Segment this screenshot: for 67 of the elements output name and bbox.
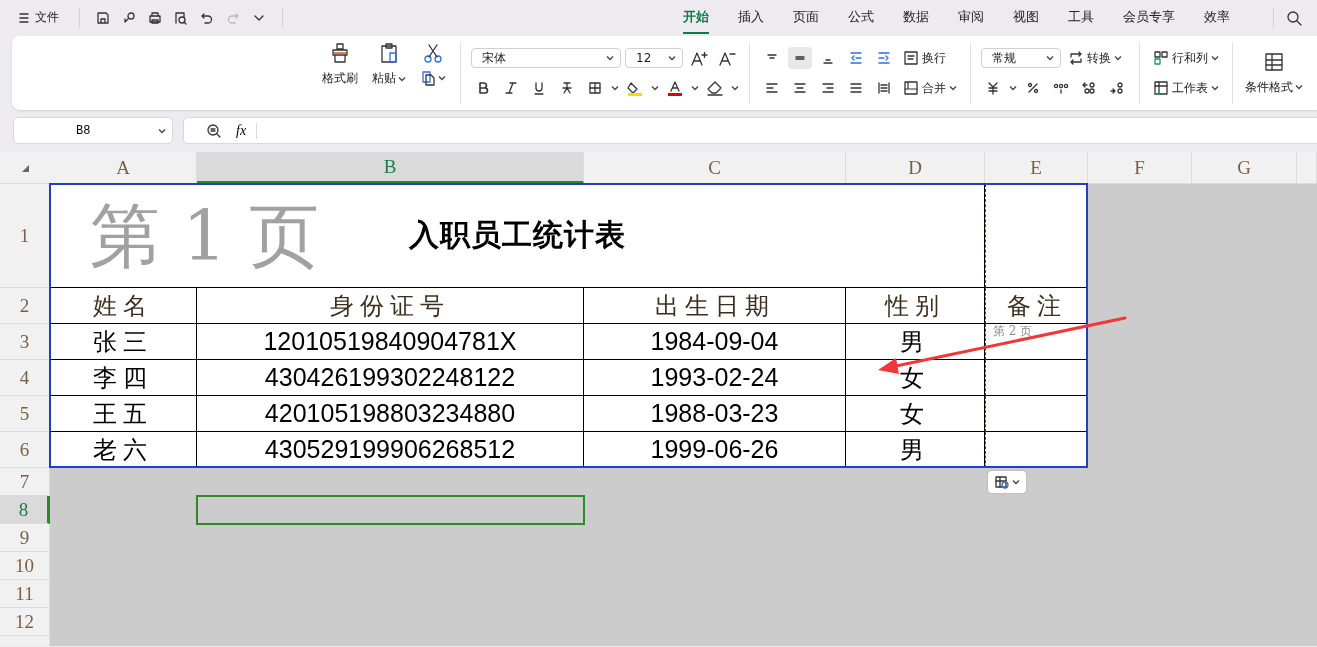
table-cell: 430529199906268512	[197, 432, 584, 468]
ribbon-tab[interactable]: 插入	[738, 1, 764, 34]
merge-button[interactable]: 合并	[900, 79, 960, 97]
number-format-dropdown[interactable]: 常规	[981, 48, 1061, 68]
table-cell: 李四	[50, 360, 197, 396]
row-header[interactable]: 12	[0, 608, 50, 636]
column-header[interactable]: C	[584, 152, 846, 184]
column-header[interactable]: F	[1088, 152, 1192, 184]
format-painter-button[interactable]: 格式刷	[318, 42, 362, 87]
column-heading: 姓名	[50, 288, 197, 324]
ribbon-tab[interactable]: 页面	[793, 1, 819, 34]
formula-field[interactable]: fx	[183, 117, 1317, 144]
column-heading: 备注	[985, 288, 1088, 324]
column-header[interactable]: B	[197, 152, 584, 184]
row-header[interactable]: 2	[0, 288, 50, 324]
table-cell: 女	[846, 396, 985, 432]
name-box[interactable]: B8	[13, 117, 173, 144]
table-cell: 1984-09-04	[584, 324, 846, 360]
table-cell: 张三	[50, 324, 197, 360]
row-header[interactable]: 10	[0, 552, 50, 580]
font-name-dropdown[interactable]: 宋体	[471, 48, 621, 68]
row-header[interactable]: 7	[0, 468, 50, 496]
wrap-text-button[interactable]: 换行	[900, 49, 949, 67]
convert-button[interactable]: 转换	[1065, 49, 1125, 67]
row-header[interactable]: 11	[0, 580, 50, 608]
function-button[interactable]: fx	[236, 122, 258, 139]
table-cell: 1999-06-26	[584, 432, 846, 468]
column-header[interactable]: G	[1192, 152, 1297, 184]
column-header[interactable]: E	[985, 152, 1088, 184]
worksheet-button[interactable]: 工作表	[1150, 79, 1222, 97]
file-menu[interactable]: 文件	[35, 9, 59, 26]
ribbon-tab[interactable]: 审阅	[958, 1, 984, 34]
row-header[interactable]: 1	[0, 184, 50, 288]
row-header[interactable]: 6	[0, 432, 50, 468]
ribbon-tab[interactable]: 工具	[1068, 1, 1094, 34]
table-cell: 男	[846, 432, 985, 468]
table-cell: 男	[846, 324, 985, 360]
column-heading: 出生日期	[584, 288, 846, 324]
row-header[interactable]: 9	[0, 524, 50, 552]
column-header[interactable]: D	[846, 152, 985, 184]
table-cell: 王五	[50, 396, 197, 432]
table-cell: 420105198803234880	[197, 396, 584, 432]
column-heading: 性别	[846, 288, 985, 324]
column-heading: 身份证号	[197, 288, 584, 324]
font-size-dropdown[interactable]: 12	[625, 48, 683, 68]
row-header[interactable]: 8	[0, 496, 50, 524]
row-header[interactable]: 4	[0, 360, 50, 396]
paste-button[interactable]: 粘贴	[368, 42, 410, 87]
ribbon-tab[interactable]: 公式	[848, 1, 874, 34]
rows-columns-button[interactable]: 行和列	[1150, 49, 1222, 67]
ribbon-tab[interactable]: 视图	[1013, 1, 1039, 34]
ribbon-tab[interactable]: 会员专享	[1123, 1, 1175, 34]
table-cell: 1993-02-24	[584, 360, 846, 396]
ribbon-tab[interactable]: 开始	[683, 1, 709, 34]
column-header[interactable]: A	[50, 152, 197, 184]
page-label: 第 2 页	[993, 325, 1033, 337]
table-cell: 1988-03-23	[584, 396, 846, 432]
row-header[interactable]: 5	[0, 396, 50, 432]
page-label: 第 1 页	[90, 201, 320, 271]
ribbon-tab[interactable]: 效率	[1204, 1, 1230, 34]
table-cell: 老六	[50, 432, 197, 468]
table-cell: 女	[846, 360, 985, 396]
table-cell: 12010519840904781X	[197, 324, 584, 360]
ribbon-tab[interactable]: 数据	[903, 1, 929, 34]
table-cell: 430426199302248122	[197, 360, 584, 396]
conditional-format-button[interactable]: 条件格式	[1241, 50, 1307, 96]
row-header[interactable]: 3	[0, 324, 50, 360]
